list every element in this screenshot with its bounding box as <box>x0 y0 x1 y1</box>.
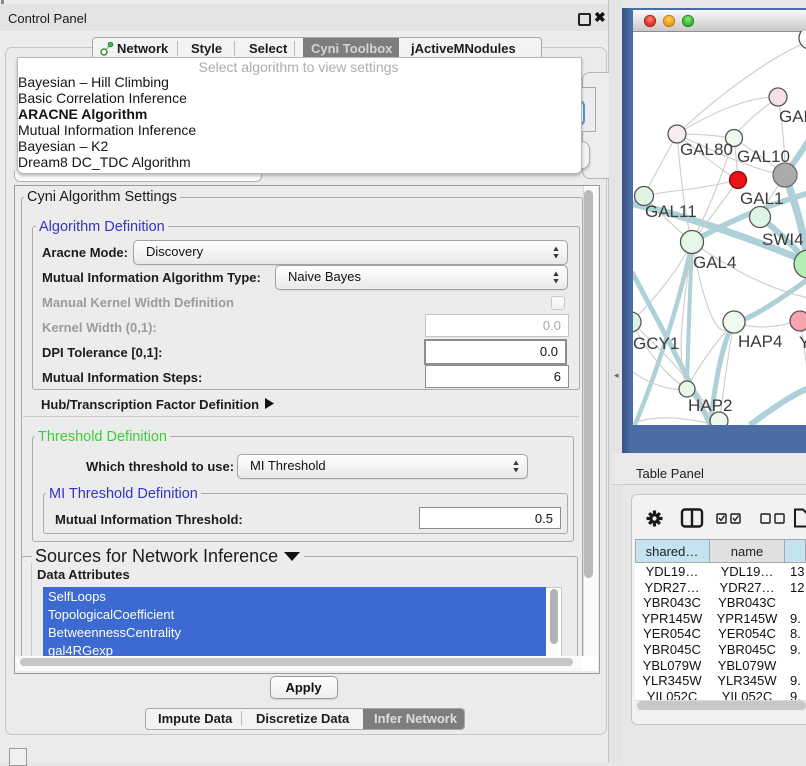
svg-text:GAL80: GAL80 <box>680 140 733 159</box>
svg-text:HAP4: HAP4 <box>738 332 782 351</box>
svg-text:GAL1: GAL1 <box>740 189 783 208</box>
svg-text:GAL7: GAL7 <box>779 107 806 126</box>
svg-text:HAP2: HAP2 <box>688 396 732 415</box>
svg-text:SWI4: SWI4 <box>762 230 804 249</box>
svg-text:Y: Y <box>799 333 806 352</box>
svg-text:GAL10: GAL10 <box>737 147 790 166</box>
svg-text:GAL11: GAL11 <box>645 202 697 221</box>
svg-text:GCY1: GCY1 <box>633 334 679 353</box>
svg-text:GAL4: GAL4 <box>693 253 736 272</box>
